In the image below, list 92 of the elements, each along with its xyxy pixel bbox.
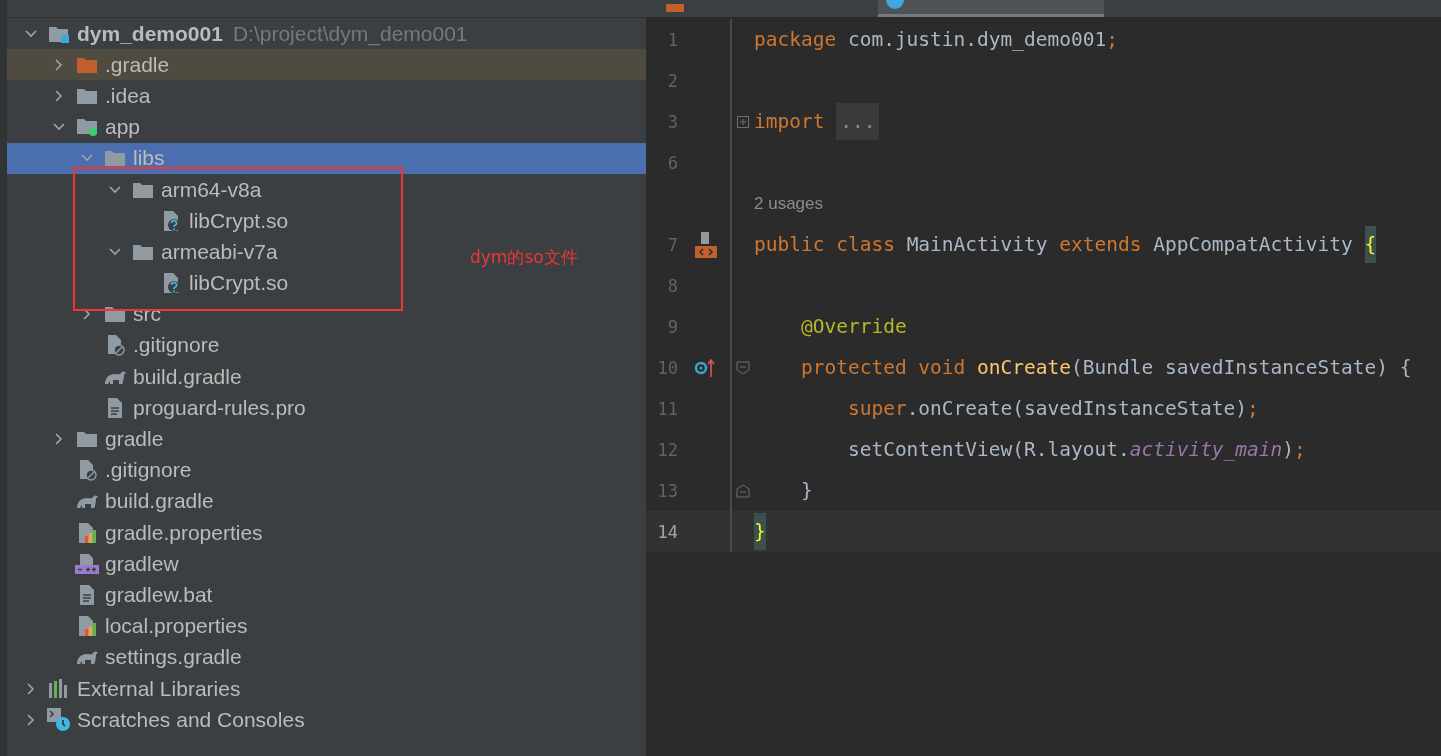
line-number: 13 xyxy=(656,480,678,501)
tree-item[interactable]: gradle.properties xyxy=(7,517,269,549)
code-line: super.onCreate(savedInstanceState); xyxy=(846,396,1259,422)
item-label: settings.gradle xyxy=(105,645,242,670)
code-line: setContentView(R.layout.activity_main); xyxy=(846,437,1306,463)
item-label: gradle.properties xyxy=(105,520,263,545)
tree-item[interactable]: build.gradle xyxy=(7,361,248,393)
tree-item[interactable]: gradlew.bat xyxy=(7,579,219,611)
override-arrow-icon[interactable] xyxy=(695,357,717,378)
item-label: build.gradle xyxy=(133,364,242,389)
item-label: Scratches and Consoles xyxy=(77,707,305,732)
line-number: 3 xyxy=(666,111,678,132)
line-number: 9 xyxy=(666,316,678,337)
item-label: gradlew xyxy=(105,551,179,576)
tree-item[interactable]: libCrypt.so xyxy=(7,205,295,237)
item-label: gradle xyxy=(105,427,164,452)
tree-item[interactable]: app xyxy=(7,111,147,143)
item-label: gradlew.bat xyxy=(105,582,213,607)
item-label: build.gradle xyxy=(105,489,214,514)
expand-fold-icon[interactable] xyxy=(737,115,749,128)
properties-file-icon xyxy=(77,521,97,544)
text-file-icon xyxy=(106,396,124,419)
item-label: .gradle xyxy=(105,52,170,77)
item-label: local.properties xyxy=(105,614,248,639)
text-file-icon xyxy=(78,583,96,606)
usages-hint[interactable]: 2 usages xyxy=(754,193,823,214)
item-label: External Libraries xyxy=(77,676,241,701)
tree-item[interactable]: build.gradle xyxy=(7,485,220,517)
tree-item[interactable]: dym_demo001 D:\project\dym_demo001 xyxy=(7,18,474,50)
line-number: 11 xyxy=(656,398,678,419)
code-line: import ... xyxy=(754,101,880,142)
folder-icon xyxy=(76,86,98,105)
line-number: 8 xyxy=(666,275,678,296)
file-question-icon xyxy=(161,209,181,232)
folder-icon xyxy=(76,430,98,449)
item-label: .idea xyxy=(105,83,151,108)
collapse-fold-icon[interactable] xyxy=(736,360,750,375)
tree-item[interactable]: settings.gradle xyxy=(7,641,248,673)
collapse-fold-icon[interactable] xyxy=(736,483,750,498)
tree-item[interactable]: local.properties xyxy=(7,610,254,642)
tree-item[interactable]: armeabi-v7a xyxy=(7,236,284,268)
editor-tab[interactable] xyxy=(878,0,1104,17)
line-number: 7 xyxy=(666,234,678,255)
tree-item[interactable]: arm64-v8a xyxy=(7,173,268,206)
tree-item[interactable]: Scratches and Consoles xyxy=(7,704,311,736)
item-label: libCrypt.so xyxy=(189,271,289,296)
tree-item[interactable]: .gitignore xyxy=(7,454,198,486)
line-number: 2 xyxy=(666,70,678,91)
cpp-file-icon xyxy=(75,552,99,575)
file-question-icon xyxy=(161,272,181,295)
item-label: arm64-v8a xyxy=(161,177,262,202)
project-path: D:\project\dym_demo001 xyxy=(232,21,468,46)
tree-item[interactable]: gradlew xyxy=(7,548,185,580)
item-label: armeabi-v7a xyxy=(161,239,278,264)
library-bars-icon xyxy=(48,678,70,699)
item-label: .gitignore xyxy=(105,458,192,483)
item-label: libs xyxy=(133,146,165,171)
class-icon xyxy=(886,0,904,9)
tree-item[interactable]: proguard-rules.pro xyxy=(7,392,312,424)
code-line: protected void onCreate(Bundle savedInstanceState) { xyxy=(799,355,1412,381)
tree-item[interactable]: .gitignore xyxy=(7,329,226,362)
code-file-icon xyxy=(666,4,684,12)
properties-file-icon xyxy=(77,615,97,638)
item-label: app xyxy=(105,115,141,140)
annotation-note: dym的so文件 xyxy=(470,246,578,269)
module-folder-icon xyxy=(76,117,98,138)
folder-icon xyxy=(132,242,154,261)
item-label: proguard-rules.pro xyxy=(133,395,306,420)
tree-item[interactable]: External Libraries xyxy=(7,672,247,705)
line-number: 10 xyxy=(656,357,678,378)
code-line: public class MainActivity extends AppCompatActivity { xyxy=(754,224,1377,265)
line-number: 14 xyxy=(656,521,678,542)
file-blocked-icon xyxy=(105,334,125,357)
folder-icon xyxy=(76,55,98,74)
tree-item[interactable]: .gradle xyxy=(7,49,646,81)
line-number: 1 xyxy=(666,29,678,50)
code-line: package com.justin.dym_demo001; xyxy=(754,27,1118,53)
code-line: @Override xyxy=(799,314,907,340)
folder-icon xyxy=(104,149,126,168)
line-number: 6 xyxy=(666,152,678,173)
layout-file-icon[interactable] xyxy=(695,231,717,258)
item-label: .gitignore xyxy=(133,333,220,358)
line-number: 12 xyxy=(656,439,678,460)
folder-icon xyxy=(132,180,154,199)
item-label: dym_demo001 xyxy=(77,21,223,46)
file-blocked-icon xyxy=(77,459,97,482)
code-line: } xyxy=(799,478,813,504)
console-clock-icon xyxy=(47,707,71,732)
tree-item[interactable]: .idea xyxy=(7,80,157,112)
tree-item[interactable]: libCrypt.so xyxy=(7,267,295,299)
item-label: libCrypt.so xyxy=(189,208,289,233)
tree-item[interactable]: gradle xyxy=(7,423,170,455)
